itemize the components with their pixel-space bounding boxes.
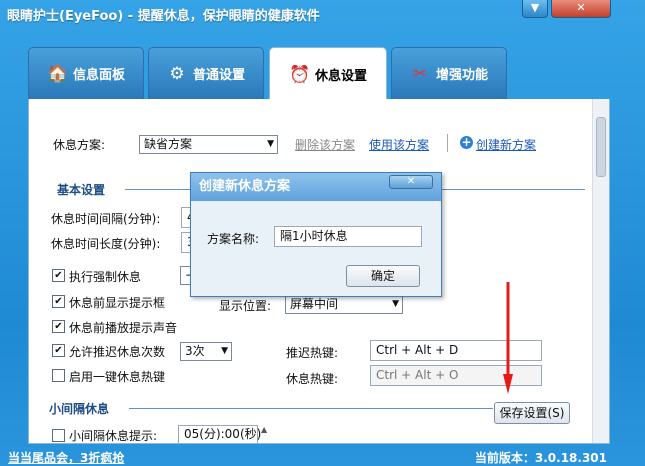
- allow-delay-checkbox[interactable]: ✔: [52, 344, 65, 357]
- plus-icon: +: [460, 135, 473, 149]
- status-bar: 当当尾品会，3折疯抢 当前版本：3.0.18.301: [0, 446, 645, 466]
- small-interval-tip-label: 小间隔休息提示:: [69, 429, 158, 443]
- rest-interval-label: 休息时间间隔(分钟):: [51, 212, 161, 226]
- create-plan-link[interactable]: 创建新方案: [476, 136, 536, 153]
- display-position-label: 显示位置:: [219, 299, 272, 313]
- delay-count-value: 3次: [185, 344, 205, 358]
- promo-link[interactable]: 当当尾品会，3折疯抢: [8, 449, 124, 466]
- play-sound-checkbox[interactable]: ✔: [52, 320, 65, 333]
- basic-settings-title: 基本设置: [57, 183, 106, 197]
- red-arrow-annotation: [503, 282, 513, 394]
- create-plan-dialog: 创建新休息方案 ✕ 方案名称: 隔1小时休息 确定: [190, 172, 442, 297]
- tab-label: 普通设置: [192, 68, 245, 83]
- use-plan-link[interactable]: 使用该方案: [369, 136, 429, 153]
- dialog-close-button[interactable]: ✕: [389, 175, 433, 189]
- plan-selected-value: 缺省方案: [144, 137, 193, 151]
- show-tip-box-checkbox[interactable]: ✔: [52, 295, 65, 308]
- delay-hotkey-input[interactable]: Ctrl + Alt + D: [370, 340, 542, 361]
- house-icon: 🏠: [46, 63, 69, 84]
- plan-name-label: 方案名称:: [207, 232, 260, 246]
- rest-duration-label: 休息时间长度(分钟):: [51, 237, 161, 251]
- ok-button[interactable]: 确定: [346, 265, 420, 287]
- chevron-down-icon: ▼: [221, 346, 228, 356]
- play-sound-label: 休息前播放提示声音: [69, 321, 178, 335]
- title-bar[interactable]: 眼睛护士(EyeFoo) - 提醒休息，保护眼睛的健康软件 ▼ ✕: [0, 0, 645, 26]
- small-interval-time-input[interactable]: 05(分):00(秒): [178, 425, 261, 443]
- app-window: 眼睛护士(EyeFoo) - 提醒休息，保护眼睛的健康软件 ▼ ✕ 🏠 信息面板…: [0, 0, 645, 466]
- force-rest-checkbox[interactable]: ✔: [52, 269, 65, 282]
- tab-rest-settings[interactable]: ⏰ 休息设置: [269, 47, 387, 101]
- tab-label: 信息面板: [72, 68, 125, 83]
- allow-delay-label: 允许推迟休息次数: [69, 345, 166, 359]
- chevron-down-icon: ▼: [267, 139, 274, 149]
- scrollbar-thumb[interactable]: [596, 117, 606, 177]
- gears-icon: ⚙: [169, 63, 185, 84]
- tab-info-panel[interactable]: 🏠 信息面板: [28, 47, 144, 99]
- onekey-rest-label: 启用一键休息热键: [69, 370, 166, 384]
- spinner-up-icon[interactable]: ▲: [261, 425, 267, 434]
- delay-hotkey-label: 推迟热键:: [286, 346, 339, 360]
- version-text: 当前版本：3.0.18.301: [474, 451, 607, 465]
- tab-label: 休息设置: [314, 69, 367, 84]
- small-interval-title: 小间隔休息: [49, 402, 110, 416]
- close-button[interactable]: ✕: [551, 0, 611, 18]
- minimize-button[interactable]: ▼: [522, 0, 548, 18]
- small-interval-checkbox[interactable]: [52, 429, 65, 442]
- display-position-select[interactable]: 屏幕中间 ▼: [285, 295, 403, 314]
- plan-select[interactable]: 缺省方案 ▼: [139, 135, 278, 154]
- save-settings-button[interactable]: 保存设置(S): [494, 402, 570, 424]
- force-rest-label: 执行强制休息: [69, 270, 142, 284]
- tab-general-settings[interactable]: ⚙ 普通设置: [148, 47, 264, 99]
- tab-label: 增强功能: [435, 68, 488, 83]
- tab-enhanced-features[interactable]: ✂ 增强功能: [391, 47, 507, 99]
- section-divider: [129, 408, 493, 409]
- swiss-knife-icon: ✂: [412, 63, 428, 84]
- divider: [447, 134, 448, 152]
- rest-hotkey-input[interactable]: Ctrl + Alt + O: [370, 365, 542, 386]
- onekey-rest-checkbox[interactable]: [52, 369, 65, 382]
- window-title: 眼睛护士(EyeFoo) - 提醒休息，保护眼睛的健康软件: [7, 9, 320, 24]
- alarm-clock-icon: ⏰: [288, 64, 311, 85]
- display-position-value: 屏幕中间: [290, 297, 339, 311]
- chevron-down-icon: ▼: [392, 299, 399, 309]
- rest-hotkey-label: 休息热键:: [286, 372, 339, 386]
- plan-label: 休息方案:: [53, 138, 106, 152]
- plan-name-input[interactable]: 隔1小时休息: [274, 226, 422, 247]
- delay-count-select[interactable]: 3次 ▼: [180, 342, 232, 361]
- delete-plan-link[interactable]: 删除该方案: [295, 136, 355, 153]
- show-tip-box-label: 休息前显示提示框: [69, 296, 166, 310]
- vertical-scrollbar[interactable]: [592, 99, 609, 443]
